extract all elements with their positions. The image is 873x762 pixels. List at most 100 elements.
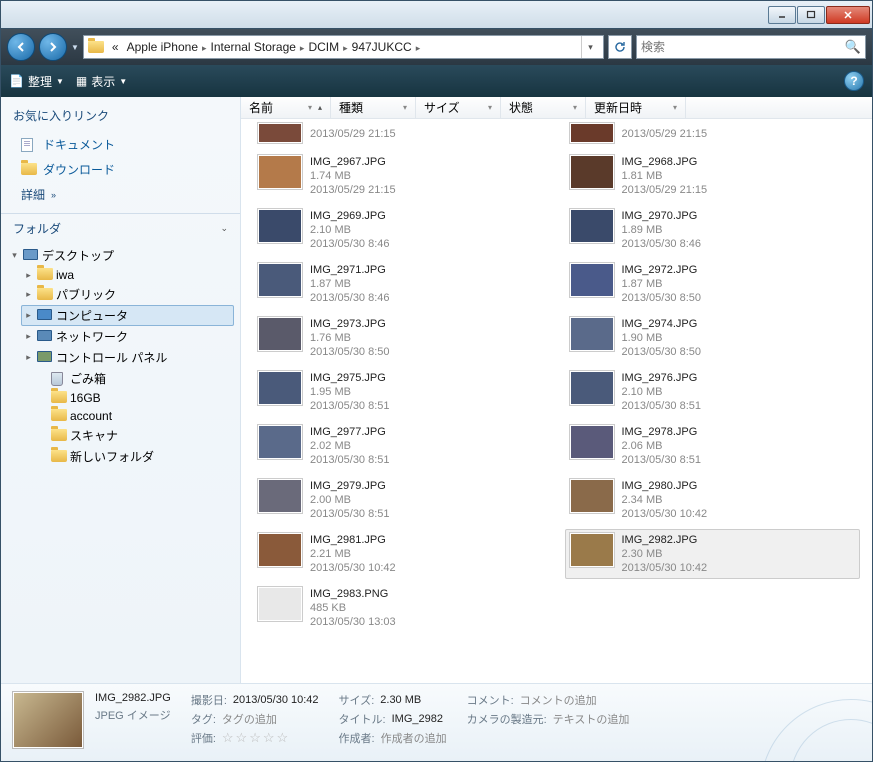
rating-stars[interactable]: ☆☆☆☆☆ (222, 730, 290, 746)
recent-dropdown-icon[interactable]: ▼ (71, 43, 79, 52)
tree-item[interactable]: ▸ネットワーク (21, 326, 234, 347)
file-name: IMG_2974.JPG (622, 317, 702, 331)
file-item[interactable]: IMG_2977.JPG 2.02 MB 2013/05/30 8:51 (253, 421, 549, 471)
file-item[interactable]: IMG_2982.JPG 2.30 MB 2013/05/30 10:42 (565, 529, 861, 579)
favorite-link[interactable]: ドキュメント (13, 132, 228, 157)
file-info: IMG_2977.JPG 2.02 MB 2013/05/30 8:51 (310, 425, 390, 467)
file-name: IMG_2982.JPG (622, 533, 708, 547)
file-info: IMG_2971.JPG 1.87 MB 2013/05/30 8:46 (310, 263, 390, 305)
column-header[interactable]: 更新日時▾ (586, 97, 686, 118)
tree-item[interactable]: ごみ箱 (35, 368, 234, 389)
file-thumbnail (258, 263, 302, 297)
column-header[interactable]: 名前▾ (241, 97, 331, 118)
tree-item-icon (23, 249, 39, 263)
search-box[interactable]: 🔍 (636, 35, 866, 59)
search-icon[interactable]: 🔍 (845, 39, 861, 55)
file-item[interactable]: 2013/05/29 21:15 (565, 123, 861, 147)
file-date: 2013/05/30 8:50 (310, 345, 390, 359)
chevron-right-icon[interactable]: ▸ (416, 43, 421, 53)
file-name: IMG_2971.JPG (310, 263, 390, 277)
address-bar[interactable]: « Apple iPhone▸Internal Storage▸DCIM▸947… (83, 35, 604, 59)
tree-toggle-icon[interactable]: ▸ (23, 352, 34, 363)
file-item[interactable]: IMG_2973.JPG 1.76 MB 2013/05/30 8:50 (253, 313, 549, 363)
file-thumbnail (570, 533, 614, 567)
minimize-button[interactable] (768, 6, 796, 24)
tree-toggle-icon[interactable]: ▸ (23, 270, 34, 281)
chevron-right-icon[interactable]: ▸ (343, 43, 348, 53)
tree-item-icon (37, 330, 53, 344)
refresh-button[interactable] (608, 35, 632, 59)
column-split-icon[interactable]: ▾ (308, 103, 312, 112)
author-label: 作成者: (339, 730, 375, 746)
file-item[interactable]: IMG_2970.JPG 1.89 MB 2013/05/30 8:46 (565, 205, 861, 255)
file-date: 2013/05/30 8:51 (310, 507, 390, 521)
forward-button[interactable] (39, 33, 67, 61)
view-menu[interactable]: ▦ 表示 ▼ (76, 73, 127, 90)
file-item[interactable]: IMG_2967.JPG 1.74 MB 2013/05/29 21:15 (253, 151, 549, 201)
tree-item[interactable]: ▸パブリック (21, 284, 234, 305)
chevron-right-icon[interactable]: ▸ (202, 43, 207, 53)
file-item[interactable]: IMG_2983.PNG 485 KB 2013/05/30 13:03 (253, 583, 549, 633)
column-header[interactable]: 種類▾ (331, 97, 416, 118)
link-icon (21, 138, 37, 152)
breadcrumb-item[interactable]: 947JUKCC (348, 38, 416, 56)
file-item[interactable]: IMG_2980.JPG 2.34 MB 2013/05/30 10:42 (565, 475, 861, 525)
favorites-more[interactable]: 詳細 » (13, 182, 228, 207)
tree-item[interactable]: スキャナ (35, 425, 234, 446)
file-name: IMG_2981.JPG (310, 533, 396, 547)
column-split-icon[interactable]: ▾ (488, 103, 492, 112)
folders-label: フォルダ (13, 220, 61, 237)
tree-item[interactable]: account (35, 407, 234, 425)
back-button[interactable] (7, 33, 35, 61)
file-item[interactable]: IMG_2978.JPG 2.06 MB 2013/05/30 8:51 (565, 421, 861, 471)
tree-toggle-icon[interactable]: ▸ (23, 289, 34, 300)
file-item[interactable]: IMG_2972.JPG 1.87 MB 2013/05/30 8:50 (565, 259, 861, 309)
author-value[interactable]: 作成者の追加 (381, 730, 447, 746)
tree-toggle-icon[interactable]: ▾ (9, 250, 20, 261)
tree-toggle-icon[interactable]: ▸ (23, 331, 34, 342)
file-item[interactable]: IMG_2976.JPG 2.10 MB 2013/05/30 8:51 (565, 367, 861, 417)
file-name: IMG_2983.PNG (310, 587, 396, 601)
folders-header[interactable]: フォルダ ⌄ (1, 213, 240, 241)
tags-value[interactable]: タグの追加 (222, 711, 277, 727)
tree-item[interactable]: 16GB (35, 389, 234, 407)
size-value: 2.30 MB (380, 694, 421, 706)
maximize-button[interactable] (797, 6, 825, 24)
file-item[interactable]: IMG_2968.JPG 1.81 MB 2013/05/29 21:15 (565, 151, 861, 201)
help-button[interactable]: ? (844, 71, 864, 91)
camera-value[interactable]: テキストの追加 (553, 711, 630, 727)
file-item[interactable]: IMG_2969.JPG 2.10 MB 2013/05/30 8:46 (253, 205, 549, 255)
file-item[interactable]: IMG_2975.JPG 1.95 MB 2013/05/30 8:51 (253, 367, 549, 417)
command-bar: 📄 整理 ▼ ▦ 表示 ▼ ? (1, 65, 872, 97)
file-item[interactable]: IMG_2979.JPG 2.00 MB 2013/05/30 8:51 (253, 475, 549, 525)
file-item[interactable]: IMG_2974.JPG 1.90 MB 2013/05/30 8:50 (565, 313, 861, 363)
file-item[interactable]: 2013/05/29 21:15 (253, 123, 549, 147)
file-grid[interactable]: 2013/05/29 21:15 IMG_2967.JPG 1.74 MB 20… (241, 119, 872, 683)
tree-item[interactable]: ▸コンピュータ (21, 305, 234, 326)
tree-item[interactable]: ▸iwa (21, 266, 234, 284)
column-split-icon[interactable]: ▾ (673, 103, 677, 112)
breadcrumb-item[interactable]: Apple iPhone (123, 38, 202, 56)
file-item[interactable]: IMG_2971.JPG 1.87 MB 2013/05/30 8:46 (253, 259, 549, 309)
column-split-icon[interactable]: ▾ (403, 103, 407, 112)
tree-toggle-icon[interactable]: ▸ (23, 310, 34, 321)
file-date: 2013/05/30 13:03 (310, 615, 396, 629)
favorite-link[interactable]: ダウンロード (13, 157, 228, 182)
file-info: IMG_2979.JPG 2.00 MB 2013/05/30 8:51 (310, 479, 390, 521)
file-item[interactable]: IMG_2981.JPG 2.21 MB 2013/05/30 10:42 (253, 529, 549, 579)
organize-menu[interactable]: 📄 整理 ▼ (9, 73, 64, 90)
address-dropdown-icon[interactable]: ▾ (581, 36, 599, 58)
breadcrumb-item[interactable]: Internal Storage (207, 38, 300, 56)
tree-item[interactable]: ▾デスクトップ (7, 245, 234, 266)
file-date: 2013/05/30 8:50 (622, 291, 702, 305)
tree-item[interactable]: 新しいフォルダ (35, 446, 234, 467)
column-header[interactable]: 状態▾ (501, 97, 586, 118)
comment-value[interactable]: コメントの追加 (520, 692, 597, 708)
column-split-icon[interactable]: ▾ (573, 103, 577, 112)
search-input[interactable] (641, 40, 845, 54)
close-button[interactable] (826, 6, 870, 24)
breadcrumb-item[interactable]: DCIM (304, 38, 343, 56)
column-header[interactable]: サイズ▾ (416, 97, 501, 118)
crumb-prefix[interactable]: « (108, 38, 123, 56)
tree-item[interactable]: ▸コントロール パネル (21, 347, 234, 368)
